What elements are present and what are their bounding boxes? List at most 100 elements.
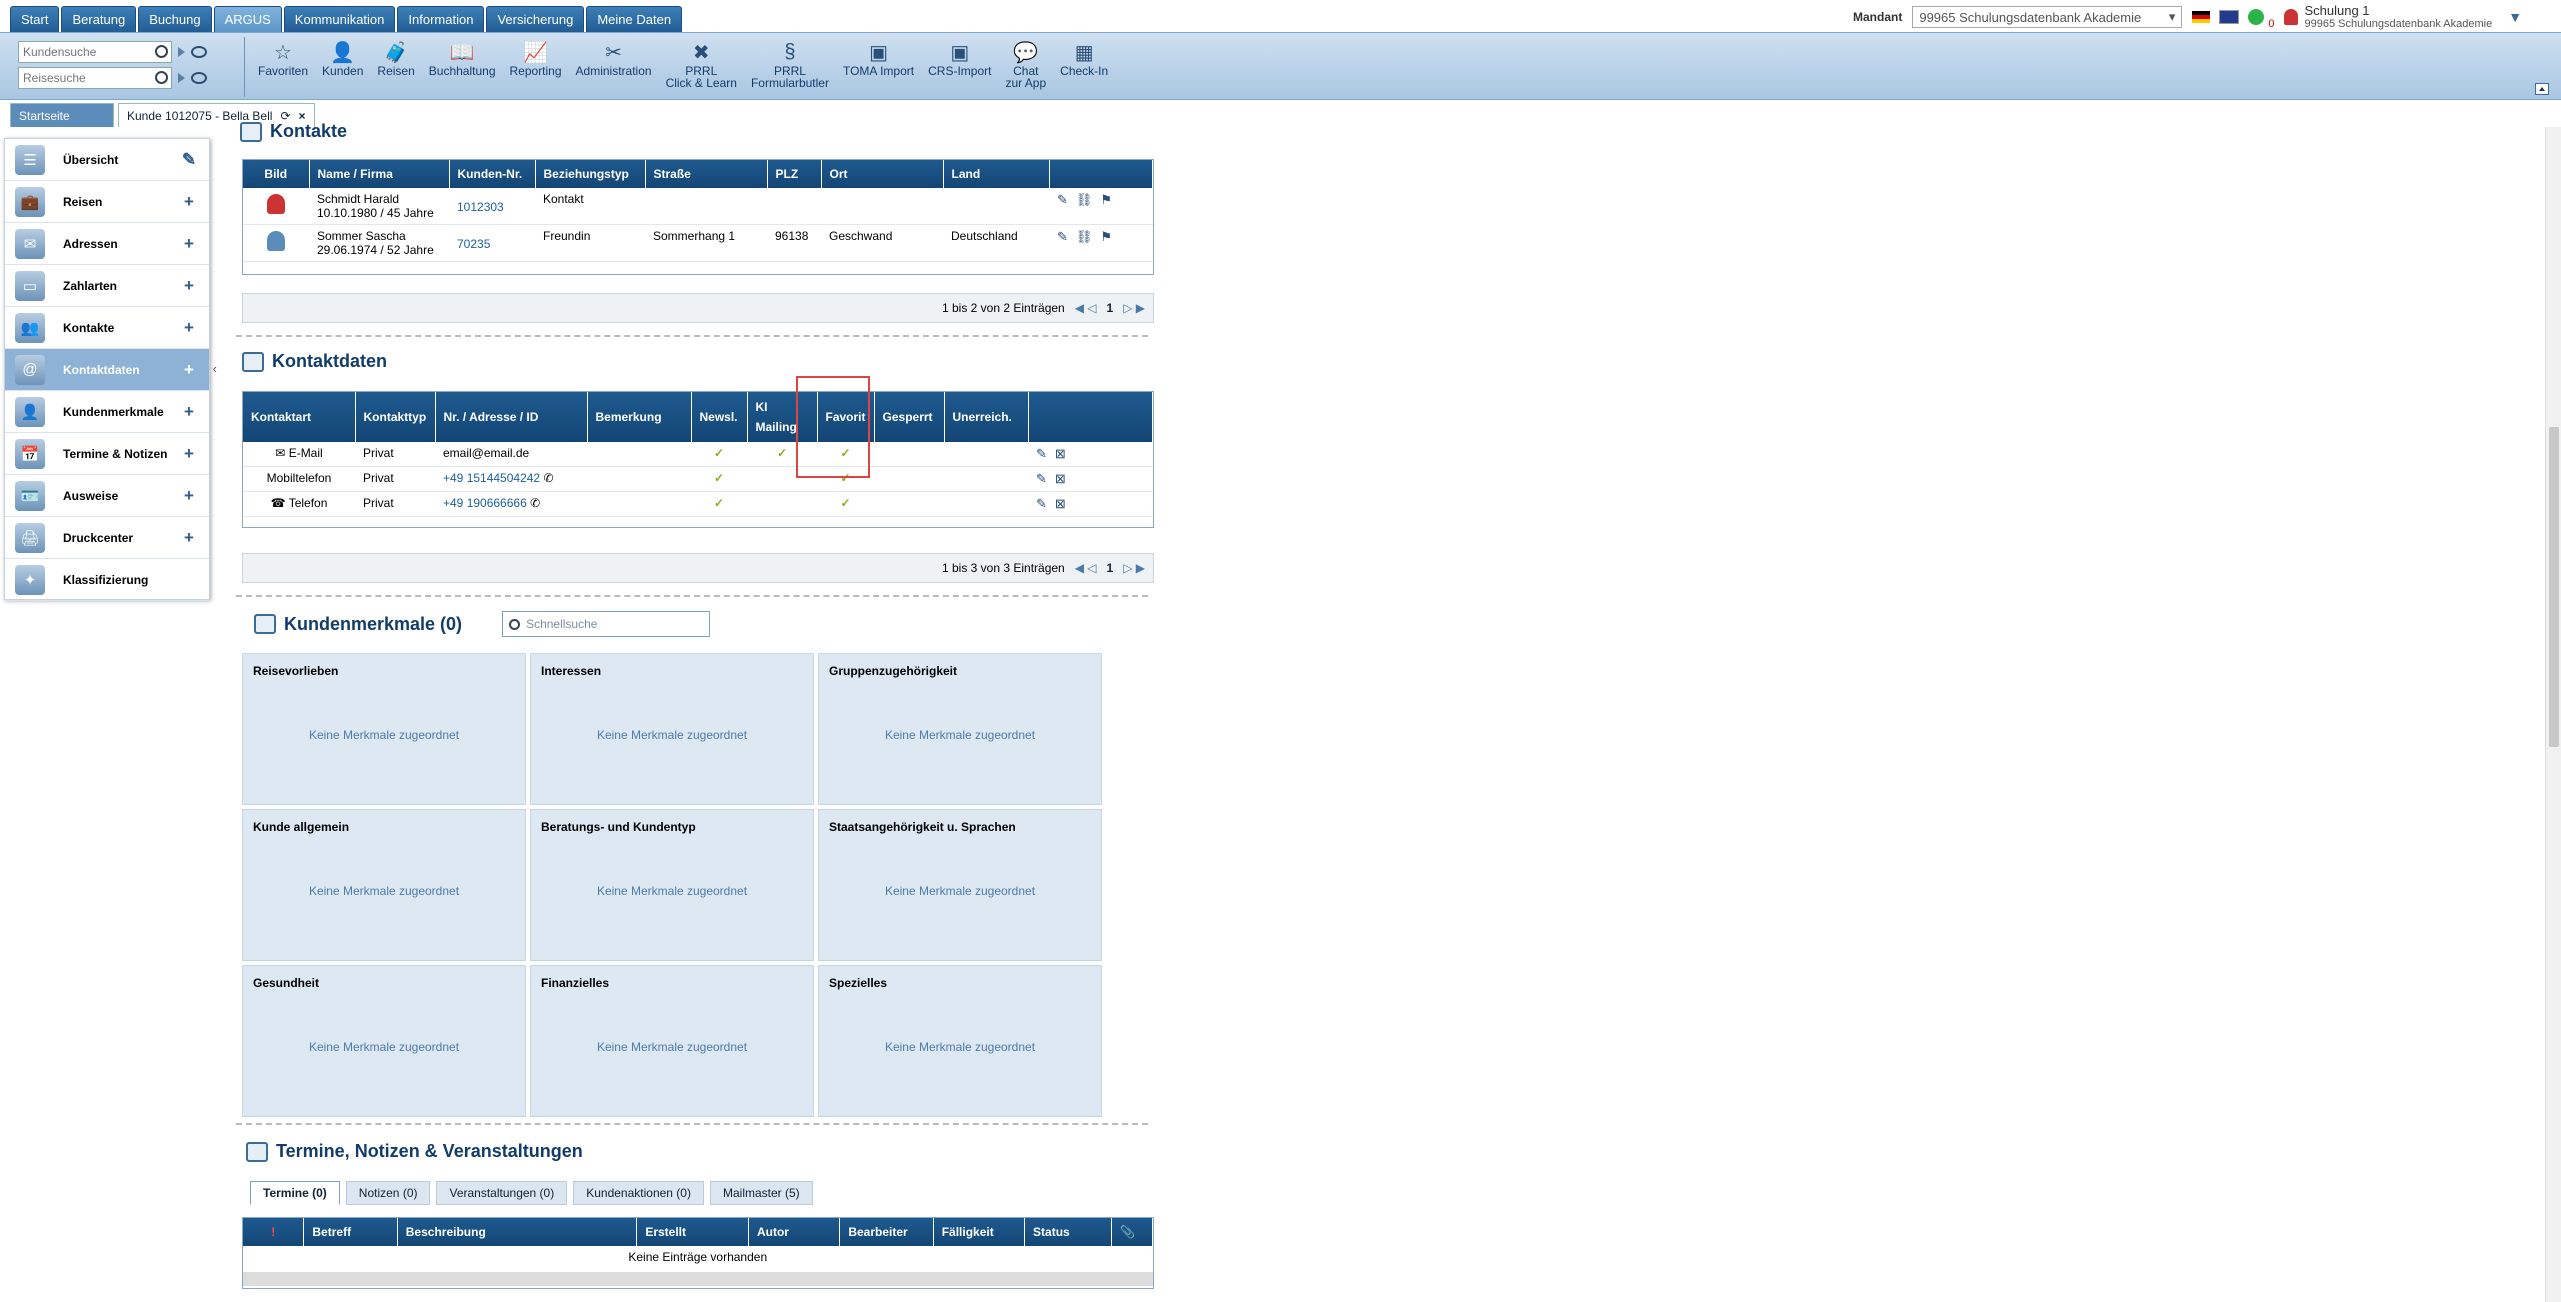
call-icon[interactable]: ✆: [540, 471, 553, 485]
column-header[interactable]: Straße: [645, 160, 768, 188]
column-header[interactable]: Unerreich.: [944, 392, 1029, 442]
unlink-icon[interactable]: ⛓: [1076, 192, 1093, 208]
scrollbar-thumb[interactable]: [2549, 427, 2559, 747]
table-row[interactable]: ☎ Telefon Privat +49 190666666 ✆ ✓ ✓ ✎ ⊠: [243, 491, 1153, 517]
search-icon[interactable]: [155, 45, 168, 58]
table-row[interactable]: Schmidt Harald 10.10.1980 / 45 Jahre 10123…: [243, 188, 1153, 225]
merkmal-card[interactable]: Finanzielles Keine Merkmale zugeordnet: [530, 965, 814, 1117]
edit-icon[interactable]: ✎: [1057, 229, 1068, 245]
add-icon[interactable]: +: [179, 192, 199, 212]
column-header[interactable]: Autor: [748, 1218, 841, 1246]
edit-icon[interactable]: ✎: [1036, 446, 1047, 462]
menu-tab-beratung[interactable]: Beratung: [61, 6, 137, 32]
table-row[interactable]: Sommer Sascha 29.06.1974 / 52 Jahre 70235 F…: [243, 224, 1153, 262]
unlink-icon[interactable]: ⛓: [1076, 229, 1093, 245]
pager-next-icon[interactable]: ▷ ▶: [1123, 301, 1145, 315]
column-header[interactable]: Kontaktart: [243, 392, 356, 442]
add-icon[interactable]: +: [179, 276, 199, 296]
column-header[interactable]: Fälligkeit: [933, 1218, 1026, 1246]
column-header[interactable]: Bearbeiter: [839, 1218, 934, 1246]
pager-next-icon[interactable]: ▷ ▶: [1123, 561, 1145, 575]
edit-icon[interactable]: ✎: [1057, 192, 1068, 208]
collapse-toolbar-button[interactable]: [2535, 83, 2549, 95]
customer-search-input[interactable]: [19, 42, 149, 62]
quick-search-field[interactable]: Schnellsuche: [502, 611, 711, 637]
delete-icon[interactable]: ⊠: [1055, 496, 1066, 512]
tab-startseite[interactable]: Startseite: [10, 103, 114, 127]
open-customer-icon[interactable]: ⚑: [1100, 229, 1112, 245]
merkmal-card[interactable]: Beratungs- und Kundentyp Keine Merkmale z…: [530, 809, 814, 961]
search-icon[interactable]: [155, 71, 168, 84]
tab-mailmaster[interactable]: Mailmaster (5): [709, 1181, 813, 1205]
pager-prev-icon[interactable]: ◀ ◁: [1075, 301, 1097, 315]
merkmal-card[interactable]: Spezielles Keine Merkmale zugeordnet: [818, 965, 1102, 1117]
sidebar-item-adressen[interactable]: ✉ Adressen +: [5, 223, 209, 265]
toolbar-button-prrl[interactable]: § PRRL Formularbutler: [751, 39, 829, 90]
sidebar-item-kontakte[interactable]: 👥 Kontakte +: [5, 307, 209, 349]
merkmal-card[interactable]: Reisevorlieben Keine Merkmale zugeordnet: [242, 653, 526, 805]
column-header[interactable]: Beziehungstyp: [535, 160, 646, 188]
open-customer-icon[interactable]: ⚑: [1100, 192, 1112, 208]
column-header[interactable]: 📎: [1111, 1218, 1153, 1246]
mandant-select[interactable]: 99965 Schulungsdatenbank Akademie ▾: [1912, 6, 2183, 28]
chevron-down-icon[interactable]: ▼: [2508, 9, 2522, 26]
column-header[interactable]: Kunden-Nr.: [449, 160, 536, 188]
column-header[interactable]: Erstellt: [636, 1218, 749, 1246]
user-menu[interactable]: Schulung 1 99965 Schulungsdatenbank Akad…: [2284, 3, 2522, 32]
column-header[interactable]: Bemerkung: [587, 392, 692, 442]
merkmal-card[interactable]: Gesundheit Keine Merkmale zugeordnet: [242, 965, 526, 1117]
merkmal-card[interactable]: Interessen Keine Merkmale zugeordnet: [530, 653, 814, 805]
column-header[interactable]: Nr. / Adresse / ID: [435, 392, 588, 442]
play-icon[interactable]: [178, 73, 185, 83]
sidebar-item-zahlarten[interactable]: ▭ Zahlarten +: [5, 265, 209, 307]
menu-tab-argus[interactable]: ARGUS: [213, 6, 282, 32]
horizontal-scrollbar[interactable]: [243, 1272, 1153, 1286]
toolbar-button-reporting[interactable]: 📈 Reporting: [510, 39, 562, 78]
add-icon[interactable]: +: [179, 318, 199, 338]
tab-termine[interactable]: Termine (0): [250, 1181, 340, 1205]
menu-tab-start[interactable]: Start: [10, 6, 60, 32]
customer-number-link[interactable]: 70235: [449, 224, 535, 262]
menu-tab-versicherung[interactable]: Versicherung: [486, 6, 585, 32]
menu-tab-buchung[interactable]: Buchung: [138, 6, 212, 32]
menu-tab-kommunikation[interactable]: Kommunikation: [283, 6, 396, 32]
column-header[interactable]: !: [243, 1218, 305, 1246]
merkmal-card[interactable]: Gruppenzugehörigkeit Keine Merkmale zugeo…: [818, 653, 1102, 805]
column-header[interactable]: Gesperrt: [874, 392, 945, 442]
toolbar-button-toma-import[interactable]: ▣ TOMA Import: [843, 39, 914, 78]
column-header[interactable]: Ort: [821, 160, 944, 188]
table-row[interactable]: Mobiltelefon Privat +49 15144504242 ✆ ✓ ✓ ✎ ⊠: [243, 466, 1153, 492]
merkmal-card[interactable]: Kunde allgemein Keine Merkmale zugeordnet: [242, 809, 526, 961]
column-header[interactable]: Bild: [243, 160, 310, 188]
eye-icon[interactable]: [191, 72, 207, 84]
german-flag-icon[interactable]: [2192, 11, 2211, 23]
english-flag-icon[interactable]: [2219, 10, 2240, 24]
sidebar-item-ausweise[interactable]: 🪪 Ausweise +: [5, 475, 209, 517]
toolbar-button-crs-import[interactable]: ▣ CRS-Import: [928, 39, 991, 78]
merkmal-card[interactable]: Staatsangehörigkeit u. Sprachen Keine Mer…: [818, 809, 1102, 961]
add-icon[interactable]: +: [179, 486, 199, 506]
column-header[interactable]: Land: [943, 160, 1050, 188]
whatsapp-icon[interactable]: [2248, 9, 2265, 25]
customer-search-field[interactable]: [18, 41, 172, 63]
add-icon[interactable]: +: [179, 360, 199, 380]
contact-value[interactable]: +49 15144504242: [443, 471, 540, 485]
sidebar-item-termine-notizen[interactable]: 📅 Termine & Notizen +: [5, 433, 209, 475]
menu-tab-meine-daten[interactable]: Meine Daten: [586, 6, 683, 32]
sidebar-item-klassifizierung[interactable]: ✦ Klassifizierung: [5, 559, 209, 601]
tab-veranstaltungen[interactable]: Veranstaltungen (0): [436, 1181, 568, 1205]
tab-kundenaktionen[interactable]: Kundenaktionen (0): [573, 1181, 704, 1205]
edit-icon[interactable]: ✎: [179, 150, 199, 170]
vertical-scrollbar[interactable]: [2545, 127, 2561, 1302]
delete-icon[interactable]: ⊠: [1055, 471, 1066, 487]
column-header[interactable]: Name / Firma: [309, 160, 450, 188]
toolbar-button-prrl[interactable]: ✖ PRRL Click & Learn: [666, 39, 737, 90]
toolbar-button-chat[interactable]: 💬 Chat zur App: [1005, 39, 1046, 90]
customer-number-link[interactable]: 1012303: [449, 188, 535, 225]
column-header[interactable]: Beschreibung: [397, 1218, 638, 1246]
edit-icon[interactable]: ✎: [1036, 471, 1047, 487]
pager-page[interactable]: 1: [1107, 301, 1114, 315]
eye-icon[interactable]: [191, 46, 207, 58]
toolbar-button-reisen[interactable]: 🧳 Reisen: [377, 39, 414, 78]
add-icon[interactable]: +: [179, 444, 199, 464]
